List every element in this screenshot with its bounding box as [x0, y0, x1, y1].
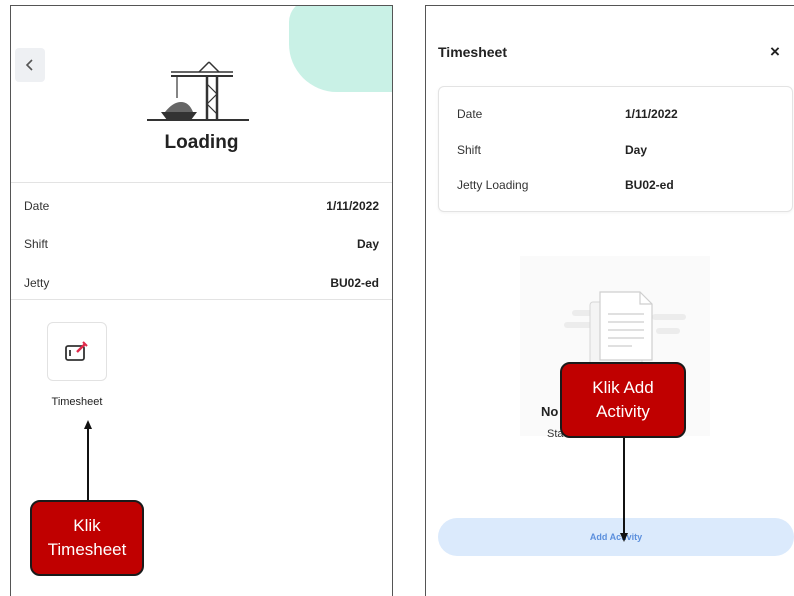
info-row-shift: Shift Day [24, 237, 379, 257]
timesheet-screen: Timesheet × Date 1/11/2022 Shift Day Jet… [425, 5, 794, 596]
info-label: Shift [24, 237, 49, 251]
callout-line: Activity [596, 402, 650, 421]
info-value: Day [625, 143, 648, 157]
callout-line: Klik Add [592, 378, 654, 397]
back-button[interactable] [15, 48, 45, 82]
close-button[interactable]: × [765, 42, 785, 62]
info-value: BU02-ed [330, 276, 379, 290]
instruction-callout-timesheet: Klik Timesheet [30, 500, 144, 576]
shift-info-card: Date 1/11/2022 Shift Day Jetty Loading B… [438, 86, 793, 212]
info-label: Date [24, 199, 50, 213]
callout-line: Timesheet [47, 540, 127, 559]
arrow-to-timesheet [84, 420, 92, 502]
edit-form-icon [65, 340, 88, 361]
info-value: 1/11/2022 [326, 199, 379, 213]
timesheet-button[interactable] [47, 322, 107, 381]
info-label: Jetty [24, 276, 50, 290]
info-value: BU02-ed [625, 178, 674, 192]
page-title: Loading [164, 132, 239, 153]
info-label: Jetty Loading [457, 178, 529, 192]
empty-document-icon [564, 291, 686, 369]
info-row-jetty: Jetty BU02-ed [24, 276, 379, 296]
info-value: 1/11/2022 [625, 107, 678, 121]
info-value: Day [356, 237, 379, 251]
arrow-to-add-activity [620, 436, 628, 542]
empty-state-title: No [541, 404, 559, 419]
info-row-date: Date 1/11/2022 [24, 199, 379, 219]
sheet-title: Timesheet [438, 44, 507, 60]
callout-line: Klik [73, 516, 101, 535]
chevron-left-icon [25, 59, 33, 71]
info-label: Shift [457, 143, 482, 157]
timesheet-label: Timesheet [51, 396, 103, 408]
info-label: Date [457, 107, 483, 121]
shift-info-panel: Date 1/11/2022 Shift Day Jetty BU02-ed [11, 182, 392, 300]
crane-icon [147, 61, 249, 121]
decorative-blob-dot [356, 84, 384, 92]
instruction-callout-add-activity: Klik Add Activity [560, 362, 686, 438]
decorative-blob [289, 6, 392, 92]
